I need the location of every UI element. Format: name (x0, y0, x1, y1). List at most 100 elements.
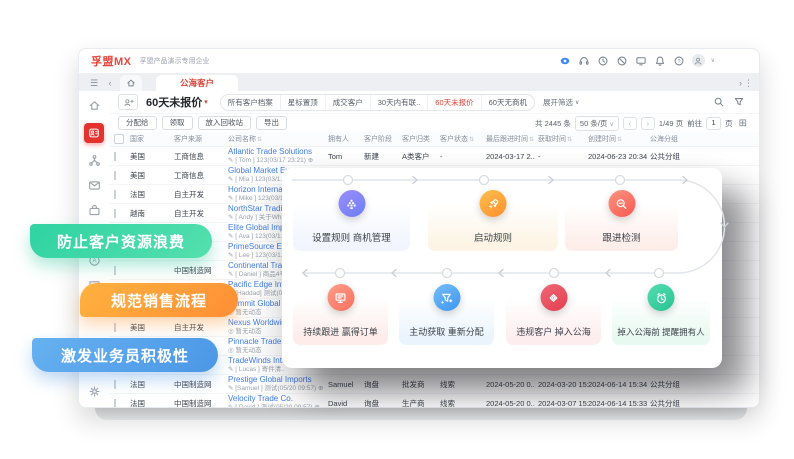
company-link: Prestige Global Imports (228, 375, 328, 385)
view-selector[interactable]: 60天未报价 ▾ (146, 94, 208, 110)
action-bar: 分配给领取放入回收站导出 共 2445 条 50 条/页 ∨ ‹ › 1/49 … (109, 114, 759, 132)
sidebar-item-settings[interactable] (87, 384, 102, 399)
expand-filters-button[interactable]: 展开筛选 ∨ (543, 97, 579, 108)
cell-acquired: - (538, 152, 588, 161)
workflow-step: 违规客户 掉入公海 (506, 298, 601, 345)
filter-pill[interactable]: 成交客户 (326, 95, 371, 110)
tab-home[interactable] (120, 75, 142, 91)
sort-icon[interactable]: ⇅ (617, 136, 622, 143)
column-settings-icon[interactable]: ⊞ (739, 118, 747, 129)
page-size-select[interactable]: 50 条/页 ∨ (575, 116, 619, 131)
cell-acquired: 2024-03-20 15:03 (538, 380, 588, 389)
cell-country: 美国 (130, 322, 174, 333)
action-button[interactable]: 导出 (256, 116, 287, 130)
sidebar-item-mail[interactable] (87, 178, 102, 193)
chevron-down-icon: ∨ (610, 122, 614, 128)
home-icon (126, 78, 136, 88)
table-row[interactable]: 美国工商信息Atlantic Trade Solutions✎ [ Tom ] … (109, 147, 759, 166)
filter-funnel-icon[interactable] (732, 96, 745, 109)
user-avatar[interactable] (692, 54, 705, 67)
sort-icon[interactable]: ⇅ (567, 136, 572, 143)
sidebar-item-home[interactable] (87, 98, 102, 113)
cell-country: 法国 (130, 379, 174, 390)
cell-source: 中国制造网 (174, 379, 228, 390)
history-icon[interactable] (597, 54, 610, 67)
select-all-checkbox[interactable] (114, 134, 124, 144)
table-row[interactable]: 法国中国制造网Velocity Trade Co.✎ [ David ] 测试(… (109, 394, 759, 408)
filter-pill[interactable]: 60天无商机 (482, 95, 534, 110)
column-header[interactable]: 创建时间⇅ (588, 134, 650, 144)
table-row[interactable]: 法国中国制造网Prestige Global Imports✎ [Samuel … (109, 375, 759, 394)
tab-public-customers[interactable]: 公海客户 (156, 75, 238, 91)
topbar-icons: ?∨ (559, 54, 715, 67)
tab-overflow-icon[interactable]: ⋮ (744, 78, 753, 89)
filter-pill[interactable]: 60天未报价 (428, 95, 481, 110)
app-subtitle: 孚盟产品演示专用企业 (140, 56, 210, 66)
sidebar-item-products[interactable] (87, 203, 102, 218)
cell-company[interactable]: Atlantic Trade Solutions✎ [ Tom ] 123(03… (228, 147, 328, 164)
column-header[interactable]: 客户状态⇅ (440, 134, 486, 144)
action-button[interactable]: 分配给 (118, 116, 157, 130)
bell-icon[interactable] (654, 54, 667, 67)
cell-group: 公共分组 (650, 151, 759, 162)
devices-icon[interactable] (635, 54, 648, 67)
theme-icon[interactable] (559, 54, 572, 67)
back-chevron-icon[interactable]: ‹ (102, 75, 118, 91)
more-tabs-icon[interactable]: › (739, 78, 742, 89)
avatar-caret-icon[interactable]: ∨ (711, 57, 715, 64)
workflow-step-label: 跟进检测 (602, 230, 640, 244)
page-info: 1/49 页 (659, 118, 683, 129)
column-header: 客户来源 (174, 134, 228, 144)
sidebar-item-org[interactable] (87, 153, 102, 168)
add-contact-button[interactable] (118, 94, 138, 110)
filter-pill[interactable]: 星标置顶 (281, 95, 326, 110)
hamburger-menu-icon[interactable]: ☰ (86, 75, 102, 91)
cell-company[interactable]: Velocity Trade Co.✎ [ David ] 测试(05/20 0… (228, 394, 328, 408)
row-checkbox[interactable] (114, 171, 116, 180)
dnd-icon[interactable] (616, 54, 629, 67)
help-icon[interactable]: ? (673, 54, 686, 67)
tab-strip: ☰ ‹ 公海客户 ›⋮ (79, 73, 759, 91)
cell-status: - (440, 152, 486, 161)
cell-company[interactable]: Prestige Global Imports✎ [Samuel ] 测试(05… (228, 375, 328, 392)
cell-category: 生产商 (402, 398, 440, 409)
sort-icon[interactable]: ⇅ (529, 136, 534, 143)
row-checkbox[interactable] (114, 152, 116, 161)
row-checkbox[interactable] (114, 190, 116, 199)
sort-icon[interactable]: ⇅ (469, 136, 474, 143)
chevron-down-icon: ∨ (575, 99, 579, 106)
row-checkbox[interactable] (114, 399, 116, 408)
cell-country: 法国 (130, 189, 174, 200)
app-logo: 孚盟MX (91, 53, 132, 69)
action-button[interactable]: 放入回收站 (198, 116, 252, 130)
pagination: 共 2445 条 50 条/页 ∨ ‹ › 1/49 页 前往 1 页 ⊞ (535, 116, 747, 131)
caret-down-icon: ▾ (204, 98, 208, 106)
company-activity: ✎ [ David ] 测试(05/20 09:57) ⊕ (228, 404, 328, 408)
row-checkbox[interactable] (114, 380, 116, 389)
action-button[interactable]: 领取 (162, 116, 193, 130)
filter-pill[interactable]: 30天内有联.. (371, 95, 429, 110)
prev-page-button[interactable]: ‹ (623, 117, 637, 130)
cell-country: 法国 (130, 398, 174, 409)
sidebar-item-customers[interactable] (84, 123, 104, 143)
row-checkbox[interactable] (114, 209, 116, 218)
headset-icon[interactable] (578, 54, 591, 67)
workflow-step: 主动获取 重新分配 (399, 298, 494, 345)
column-header: 拥有人 (328, 134, 364, 144)
row-checkbox[interactable] (114, 323, 116, 332)
column-header[interactable]: 获取时间⇅ (538, 134, 588, 144)
column-header[interactable]: 公司名称⇅ (228, 134, 328, 144)
sort-icon[interactable]: ⇅ (257, 136, 262, 143)
column-header[interactable]: 最后跟进时间⇅ (486, 134, 538, 144)
workflow-step: 持续跟进 赢得订单 (293, 298, 388, 345)
cell-country: 美国 (130, 170, 174, 181)
goto-page-input[interactable]: 1 (706, 117, 721, 130)
row-checkbox[interactable] (114, 266, 116, 275)
workflow-step-label: 掉入公海前 提醒拥有人 (617, 326, 704, 338)
search-icon[interactable] (712, 96, 725, 109)
cell-source: 自主开发 (174, 189, 228, 200)
filter-pill[interactable]: 所有客户档案 (221, 95, 281, 110)
cell-stage: 询盘 (364, 398, 402, 409)
funnel-spark-icon (433, 284, 460, 311)
next-page-button[interactable]: › (641, 117, 655, 130)
